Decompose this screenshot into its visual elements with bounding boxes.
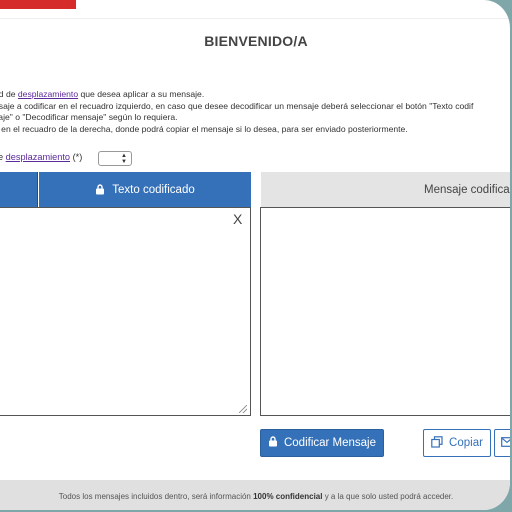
shift-stepper[interactable]: ▲ ▼ — [98, 151, 132, 166]
stepper-arrows-icon[interactable]: ▲ ▼ — [121, 153, 127, 165]
footer-text: y a la que solo usted podrá acceder. — [324, 491, 454, 501]
instruction-line-4: á en el recuadro de la derecha, donde po… — [0, 123, 408, 134]
page-title: BIENVENIDO/A — [204, 33, 308, 49]
instruction-text: que desea aplicar a su mensaje. — [78, 89, 205, 99]
instructions: ad de desplazamiento que desea aplicar a… — [0, 89, 510, 135]
shift-required-mark: (*) — [70, 152, 83, 162]
footer-emphasis: 100% confidencial — [253, 491, 323, 501]
output-header: Mensaje codifica — [261, 172, 510, 207]
instruction-line-3: saje" o "Decodificar mensaje" según lo r… — [0, 112, 178, 123]
tab-coded-label: Texto codificado — [112, 183, 195, 196]
shift-label: e desplazamiento (*) — [0, 152, 82, 162]
instruction-line-1: ad de desplazamiento que desea aplicar a… — [0, 89, 510, 101]
output-header-label: Mensaje codifica — [424, 183, 510, 196]
mail-icon — [501, 434, 510, 452]
lock-icon — [268, 436, 278, 450]
shift-link[interactable]: desplazamiento — [6, 152, 70, 162]
copy-button-label: Copiar — [449, 437, 483, 449]
tab-coded-text[interactable]: Texto codificado — [39, 172, 251, 207]
instruction-text: ad de — [0, 89, 16, 99]
encode-button-label: Codificar Mensaje — [283, 437, 377, 449]
message-output[interactable] — [260, 207, 510, 416]
header-divider — [0, 18, 510, 19]
footer-note: Todos los mensajes incluidos dentro, ser… — [0, 480, 510, 510]
message-input[interactable] — [0, 207, 251, 416]
brand-bar — [0, 0, 76, 9]
copy-button[interactable]: Copiar — [423, 429, 491, 457]
copy-icon — [431, 435, 443, 451]
encode-button[interactable]: Codificar Mensaje — [260, 429, 384, 457]
resize-handle-icon[interactable] — [239, 405, 247, 413]
shift-help-link[interactable]: desplazamiento — [18, 89, 78, 99]
email-button[interactable] — [494, 429, 510, 457]
lock-icon — [95, 184, 105, 195]
tab-plain-text[interactable] — [0, 172, 38, 207]
app-window: BIENVENIDO/A ad de desplazamiento que de… — [0, 0, 512, 510]
footer-text: Todos los mensajes incluidos dentro, ser… — [58, 491, 251, 501]
instruction-line-2: nsaje a codificar en el recuadro izquier… — [0, 100, 474, 111]
clear-icon[interactable]: X — [233, 211, 242, 227]
